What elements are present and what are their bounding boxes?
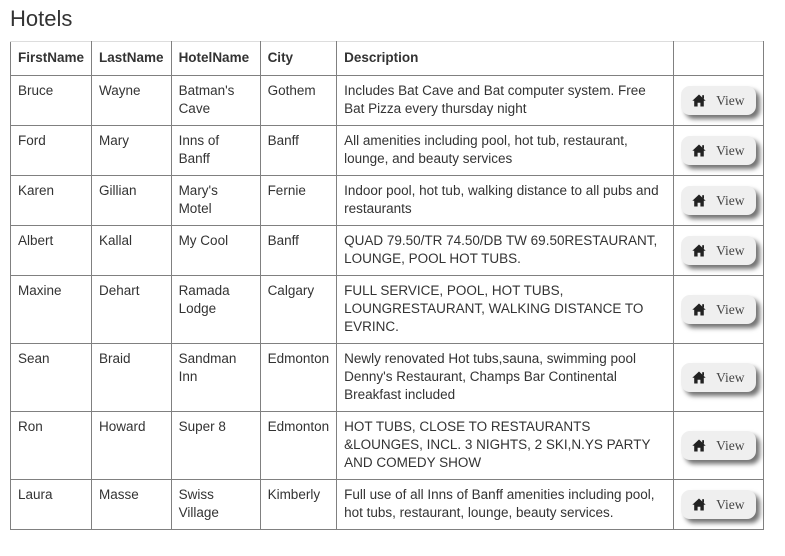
cell-city: Kimberly: [259, 479, 338, 530]
cell-last-name: Braid: [91, 343, 172, 412]
view-button[interactable]: View: [681, 431, 757, 460]
cell-action: View: [673, 125, 765, 176]
cell-description: FULL SERVICE, POOL, HOT TUBS, LOUNGRESTA…: [336, 275, 675, 344]
table-row: Sean Braid Sandman Inn Edmonton Newly re…: [9, 343, 765, 412]
cell-first-name: Bruce: [9, 75, 93, 126]
cell-last-name: Dehart: [91, 275, 172, 344]
view-button-label: View: [716, 437, 745, 453]
home-icon: [692, 439, 706, 452]
table-row: Maxine Dehart Ramada Lodge Calgary FULL …: [9, 275, 765, 344]
view-button[interactable]: View: [681, 236, 757, 265]
column-header-city: City: [259, 41, 338, 76]
table-row: Ford Mary Inns of Banff Banff All amenit…: [9, 125, 765, 176]
cell-hotel-name: Sandman Inn: [170, 343, 261, 412]
home-icon: [692, 94, 706, 107]
cell-city: Calgary: [259, 275, 338, 344]
cell-hotel-name: Mary's Motel: [170, 175, 261, 226]
cell-description: HOT TUBS, CLOSE TO RESTAURANTS &LOUNGES,…: [336, 411, 675, 480]
table-row: Albert Kallal My Cool Banff QUAD 79.50/T…: [9, 225, 765, 276]
view-button[interactable]: View: [681, 363, 757, 392]
table-header-row: FirstName LastName HotelName City Descri…: [9, 41, 765, 76]
cell-hotel-name: Batman's Cave: [170, 75, 261, 126]
table-row: Ron Howard Super 8 Edmonton HOT TUBS, CL…: [9, 411, 765, 480]
cell-first-name: Ford: [9, 125, 93, 176]
cell-city: Banff: [259, 225, 338, 276]
view-button-label: View: [716, 242, 745, 258]
home-icon: [692, 498, 706, 511]
cell-action: View: [673, 411, 765, 480]
cell-first-name: Sean: [9, 343, 93, 412]
cell-hotel-name: Inns of Banff: [170, 125, 261, 176]
view-button-label: View: [716, 301, 745, 317]
cell-action: View: [673, 75, 765, 126]
column-header-actions: [673, 41, 765, 76]
cell-description: Full use of all Inns of Banff amenities …: [336, 479, 675, 530]
cell-hotel-name: My Cool: [170, 225, 261, 276]
view-button-label: View: [716, 92, 745, 108]
cell-description: Indoor pool, hot tub, walking distance t…: [336, 175, 675, 226]
column-header-hotelname: HotelName: [170, 41, 261, 76]
hotels-table: FirstName LastName HotelName City Descri…: [9, 41, 765, 530]
view-button-label: View: [716, 142, 745, 158]
view-button[interactable]: View: [681, 295, 757, 324]
table-row: Laura Masse Swiss Village Kimberly Full …: [9, 479, 765, 530]
view-button-label: View: [716, 192, 745, 208]
cell-city: Edmonton: [259, 343, 338, 412]
cell-description: Newly renovated Hot tubs,sauna, swimming…: [336, 343, 675, 412]
cell-last-name: Masse: [91, 479, 172, 530]
cell-first-name: Karen: [9, 175, 93, 226]
cell-description: All amenities including pool, hot tub, r…: [336, 125, 675, 176]
cell-first-name: Ron: [9, 411, 93, 480]
cell-action: View: [673, 343, 765, 412]
cell-description: Includes Bat Cave and Bat computer syste…: [336, 75, 675, 126]
cell-city: Fernie: [259, 175, 338, 226]
cell-first-name: Laura: [9, 479, 93, 530]
home-icon: [692, 144, 706, 157]
cell-last-name: Wayne: [91, 75, 172, 126]
view-button[interactable]: View: [681, 490, 757, 519]
view-button[interactable]: View: [681, 86, 757, 115]
cell-first-name: Albert: [9, 225, 93, 276]
cell-description: QUAD 79.50/TR 74.50/DB TW 69.50RESTAURAN…: [336, 225, 675, 276]
view-button[interactable]: View: [681, 186, 757, 215]
home-icon: [692, 244, 706, 257]
cell-hotel-name: Swiss Village: [170, 479, 261, 530]
page-title: Hotels: [10, 6, 73, 31]
column-header-lastname: LastName: [91, 41, 172, 76]
table-row: Karen Gillian Mary's Motel Fernie Indoor…: [9, 175, 765, 226]
cell-action: View: [673, 225, 765, 276]
view-button-label: View: [716, 369, 745, 385]
cell-last-name: Mary: [91, 125, 172, 176]
cell-city: Gothem: [259, 75, 338, 126]
cell-hotel-name: Super 8: [170, 411, 261, 480]
cell-last-name: Howard: [91, 411, 172, 480]
cell-city: Banff: [259, 125, 338, 176]
table-row: Bruce Wayne Batman's Cave Gothem Include…: [9, 75, 765, 126]
column-header-description: Description: [336, 41, 675, 76]
cell-action: View: [673, 275, 765, 344]
cell-city: Edmonton: [259, 411, 338, 480]
cell-last-name: Gillian: [91, 175, 172, 226]
cell-action: View: [673, 175, 765, 226]
home-icon: [692, 194, 706, 207]
cell-last-name: Kallal: [91, 225, 172, 276]
home-icon: [692, 371, 706, 384]
cell-hotel-name: Ramada Lodge: [170, 275, 261, 344]
home-icon: [692, 303, 706, 316]
cell-action: View: [673, 479, 765, 530]
column-header-firstname: FirstName: [9, 41, 93, 76]
view-button-label: View: [716, 496, 745, 512]
view-button[interactable]: View: [681, 136, 757, 165]
cell-first-name: Maxine: [9, 275, 93, 344]
